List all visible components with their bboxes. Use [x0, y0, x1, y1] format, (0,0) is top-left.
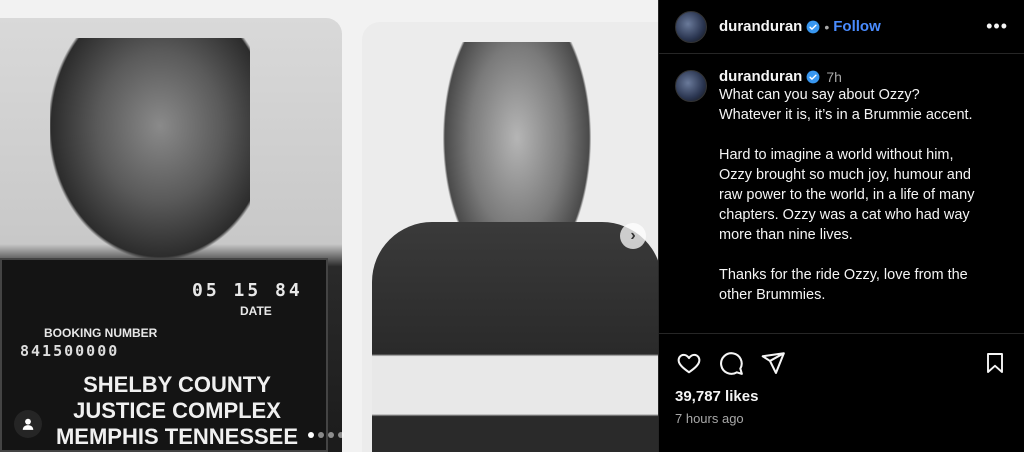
caption-username[interactable]: duranduran — [719, 68, 802, 85]
header-separator: • — [824, 18, 830, 35]
placard-booking-number: 841500000 — [20, 342, 120, 360]
carousel-dot — [308, 432, 314, 438]
booking-placard: 05 15 84 DATE BOOKING NUMBER 841500000 S… — [0, 258, 328, 452]
carousel-dots — [308, 432, 344, 438]
verified-badge-icon — [806, 20, 820, 33]
caption-line: more than nine lives. — [719, 227, 853, 243]
post-media[interactable]: 05 15 84 DATE BOOKING NUMBER 841500000 S… — [0, 0, 658, 452]
save-button[interactable] — [981, 349, 1009, 377]
caption-time[interactable]: 7h — [826, 69, 842, 85]
follow-button[interactable]: Follow — [833, 18, 881, 35]
next-slide-button[interactable]: › — [620, 223, 646, 249]
carousel-dot — [338, 432, 344, 438]
caption-body: duranduran 7h What can you say about Ozz… — [719, 68, 1008, 305]
more-options-icon[interactable]: ••• — [986, 16, 1008, 37]
author-username[interactable]: duranduran — [719, 18, 802, 35]
verified-badge-icon — [806, 70, 820, 83]
comment-button[interactable] — [717, 349, 745, 377]
post-actions: 39,787 likes 7 hours ago — [659, 333, 1024, 426]
placard-county: SHELBY COUNTY JUSTICE COMPLEX MEMPHIS TE… — [52, 372, 302, 450]
caption-avatar[interactable] — [675, 70, 707, 102]
placard-county-line-3: MEMPHIS TENNESSEE — [55, 424, 299, 449]
chevron-right-icon: › — [630, 227, 636, 244]
caption-line: Thanks for the ride Ozzy, love from the — [719, 267, 968, 283]
like-button[interactable] — [675, 349, 703, 377]
profile-silhouette — [50, 38, 250, 258]
comment-icon — [720, 352, 743, 375]
caption-line: Ozzy brought so much joy, humour and — [719, 167, 971, 183]
tagged-users-button[interactable] — [14, 410, 42, 438]
caption-line: What can you say about Ozzy? — [719, 87, 920, 103]
like-count[interactable]: 39,787 likes — [675, 388, 1009, 405]
mugshot-front-photo — [362, 22, 658, 452]
user-tag-icon — [22, 418, 34, 430]
caption-line: other Brummies. — [719, 287, 826, 303]
placard-booking-label: BOOKING NUMBER — [44, 326, 158, 340]
caption-line: Whatever it is, it’s in a Brummie accent… — [719, 107, 973, 123]
post-caption: duranduran 7h What can you say about Ozz… — [659, 54, 1024, 305]
caption-line: chapters. Ozzy was a cat who had way — [719, 207, 970, 223]
front-shirt — [372, 222, 658, 452]
post-header: duranduran • Follow ••• — [659, 0, 1024, 54]
post-timestamp[interactable]: 7 hours ago — [675, 411, 1009, 426]
placard-date-label: DATE — [240, 304, 272, 318]
caption-line: raw power to the world, in a life of man… — [719, 187, 975, 203]
heart-icon — [677, 353, 701, 374]
bookmark-icon — [987, 353, 1003, 373]
placard-county-line-1: SHELBY COUNTY — [83, 372, 271, 397]
action-icons — [675, 348, 1009, 378]
carousel-dot — [328, 432, 334, 438]
share-button[interactable] — [759, 349, 787, 377]
caption-header: duranduran 7h — [719, 68, 1008, 85]
placard-date: 05 15 84 — [192, 280, 303, 301]
carousel-dot — [318, 432, 324, 438]
placard-county-line-2: JUSTICE COMPLEX — [73, 398, 281, 423]
avatar[interactable] — [675, 10, 707, 43]
post-side-panel: duranduran • Follow ••• duranduran 7h Wh… — [658, 0, 1024, 452]
caption-line: Hard to imagine a world without him, — [719, 147, 954, 163]
paper-plane-icon — [761, 352, 785, 374]
